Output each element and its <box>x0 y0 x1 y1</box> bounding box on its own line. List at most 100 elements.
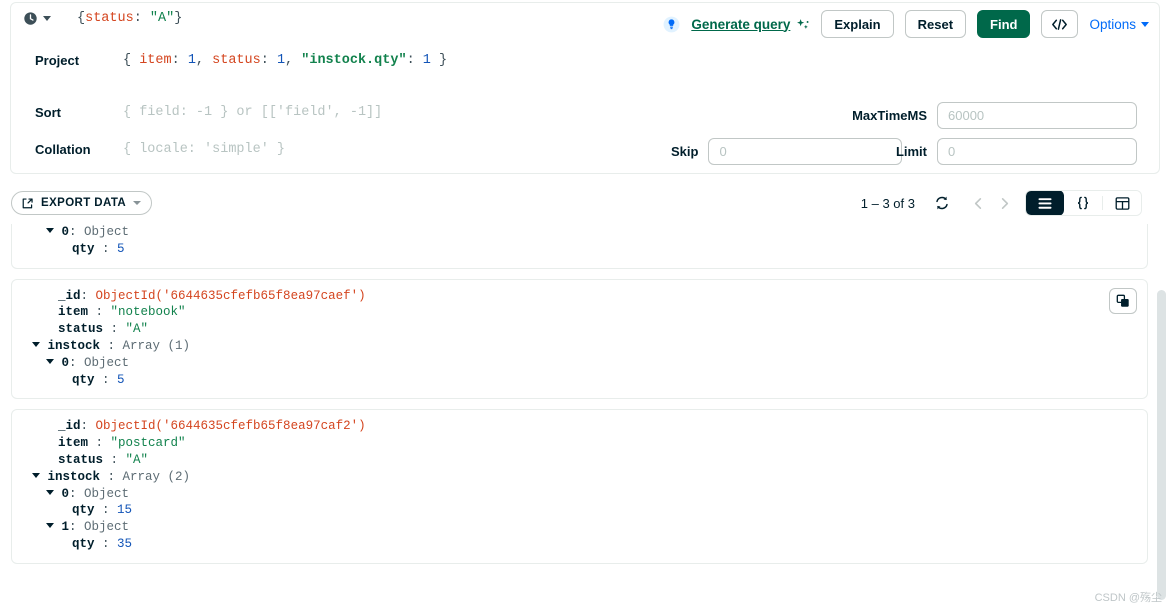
field-value: Array (1) <box>122 338 191 353</box>
field-key: instock <box>47 469 101 484</box>
clock-history-icon <box>23 11 38 26</box>
document-field-row: instock : Array (1) <box>22 338 1137 355</box>
query-results-screen: {status: "A"} Project { item: 1, status:… <box>0 0 1170 611</box>
code-token: 1 <box>422 53 431 68</box>
expand-caret-icon[interactable] <box>32 472 40 478</box>
export-data-button[interactable]: EXPORT DATA <box>11 191 153 215</box>
field-key: qty <box>72 536 95 551</box>
document-card[interactable]: _id: ObjectId('6644635cfefb65f8ea97caef'… <box>11 278 1148 400</box>
collation-input[interactable]: { locale: 'simple' } <box>123 142 285 157</box>
list-view-button[interactable] <box>1026 191 1064 215</box>
field-separator: : <box>80 288 96 303</box>
field-key: 1 <box>61 520 70 535</box>
chevron-left-icon <box>971 196 986 211</box>
maxtimems-input[interactable] <box>937 102 1137 129</box>
field-key: qty <box>72 241 95 256</box>
sort-input[interactable]: { field: -1 } or [['field', -1]] <box>123 105 382 120</box>
code-token: : <box>406 53 423 68</box>
field-separator: : <box>100 338 123 353</box>
document-list[interactable]: 0: Object qty : 5 _id: ObjectId('6644635cf… <box>0 224 1170 611</box>
field-separator: : <box>80 419 96 434</box>
collation-label: Collation <box>35 142 91 157</box>
expand-caret-icon[interactable] <box>46 358 54 364</box>
limit-row: Limit <box>896 138 1137 165</box>
skip-label: Skip <box>671 144 699 159</box>
code-token: { <box>123 53 140 68</box>
code-token: status <box>85 11 134 26</box>
code-token: item <box>139 53 172 68</box>
list-icon <box>1037 197 1053 210</box>
code-token: , <box>285 53 302 68</box>
document-card[interactable]: 0: Object qty : 5 <box>11 224 1148 269</box>
reset-button[interactable]: Reset <box>904 10 967 38</box>
field-value: "A" <box>125 322 149 337</box>
code-token: 1 <box>187 53 196 68</box>
document-field-row: qty : 15 <box>22 502 1137 519</box>
refresh-icon <box>934 195 950 211</box>
expand-caret-icon[interactable] <box>46 228 54 233</box>
results-pagination: 1 – 3 of 3 <box>861 190 1142 216</box>
field-separator: : <box>94 241 118 256</box>
export-share-icon <box>21 197 34 210</box>
field-value: "postcard" <box>110 436 186 451</box>
code-token: } <box>174 11 183 26</box>
query-actions: Generate query Explain Reset Find Option… <box>663 10 1149 38</box>
field-key: item <box>58 436 89 451</box>
prev-page-button[interactable] <box>965 190 991 216</box>
project-input[interactable]: { item: 1, status: 1, "instock.qty": 1 } <box>123 53 447 68</box>
document-field-row: 0: Object <box>22 224 1137 241</box>
field-key: instock <box>47 338 101 353</box>
vertical-scrollbar[interactable] <box>1157 290 1166 600</box>
field-value: ObjectId('6644635cfefb65f8ea97caef') <box>95 288 366 303</box>
document-card[interactable]: _id: ObjectId('6644635cfefb65f8ea97caf2'… <box>11 409 1148 564</box>
filter-row: {status: "A"} <box>23 11 182 26</box>
field-value: 5 <box>117 372 125 387</box>
code-token: 1 <box>276 53 286 68</box>
collation-row: Collation { locale: 'simple' } <box>35 142 285 157</box>
document-field-row: item : "notebook" <box>22 304 1137 321</box>
field-separator: : <box>103 452 126 467</box>
table-view-button[interactable] <box>1103 191 1141 215</box>
generate-query-link[interactable]: Generate query <box>691 17 790 32</box>
export-to-code-button[interactable] <box>1041 10 1079 38</box>
field-value: 35 <box>117 536 133 551</box>
table-grid-icon <box>1115 196 1130 211</box>
refresh-button[interactable] <box>929 190 955 216</box>
document-field-row: qty : 35 <box>22 536 1137 553</box>
field-separator: : <box>94 536 118 551</box>
document-field-row: 1: Object <box>22 519 1137 536</box>
field-separator: : <box>69 520 85 535</box>
expand-caret-icon[interactable] <box>46 523 54 529</box>
filter-input[interactable]: {status: "A"} <box>77 11 182 26</box>
field-value: Object <box>84 520 130 535</box>
view-mode-toggle <box>1025 190 1142 216</box>
expand-caret-icon[interactable] <box>46 489 54 495</box>
skip-row: Skip <box>671 138 903 165</box>
document-field-row: instock : Array (2) <box>22 469 1137 486</box>
copy-document-button[interactable] <box>1109 287 1137 314</box>
code-token: "A" <box>149 11 175 26</box>
field-value: "A" <box>125 452 149 467</box>
field-value: 5 <box>117 241 125 256</box>
code-token: : <box>260 53 277 68</box>
field-separator: : <box>100 469 123 484</box>
skip-input[interactable] <box>708 138 903 165</box>
query-history-button[interactable] <box>23 11 51 26</box>
export-data-label: EXPORT DATA <box>41 197 127 209</box>
field-key: 0 <box>61 486 70 501</box>
expand-caret-icon[interactable] <box>32 341 40 347</box>
field-separator: : <box>103 322 126 337</box>
options-dropdown[interactable]: Options <box>1089 17 1149 32</box>
field-value: 15 <box>117 503 133 518</box>
find-button[interactable]: Find <box>977 10 1031 38</box>
field-key: _id <box>58 288 81 303</box>
field-separator: : <box>88 436 111 451</box>
explain-button[interactable]: Explain <box>821 10 894 38</box>
field-key: qty <box>72 503 95 518</box>
limit-input[interactable] <box>937 138 1137 165</box>
json-view-button[interactable] <box>1064 191 1102 215</box>
chevron-down-icon <box>133 201 142 205</box>
next-page-button[interactable] <box>991 190 1017 216</box>
field-key: status <box>58 322 104 337</box>
field-key: item <box>58 305 89 320</box>
